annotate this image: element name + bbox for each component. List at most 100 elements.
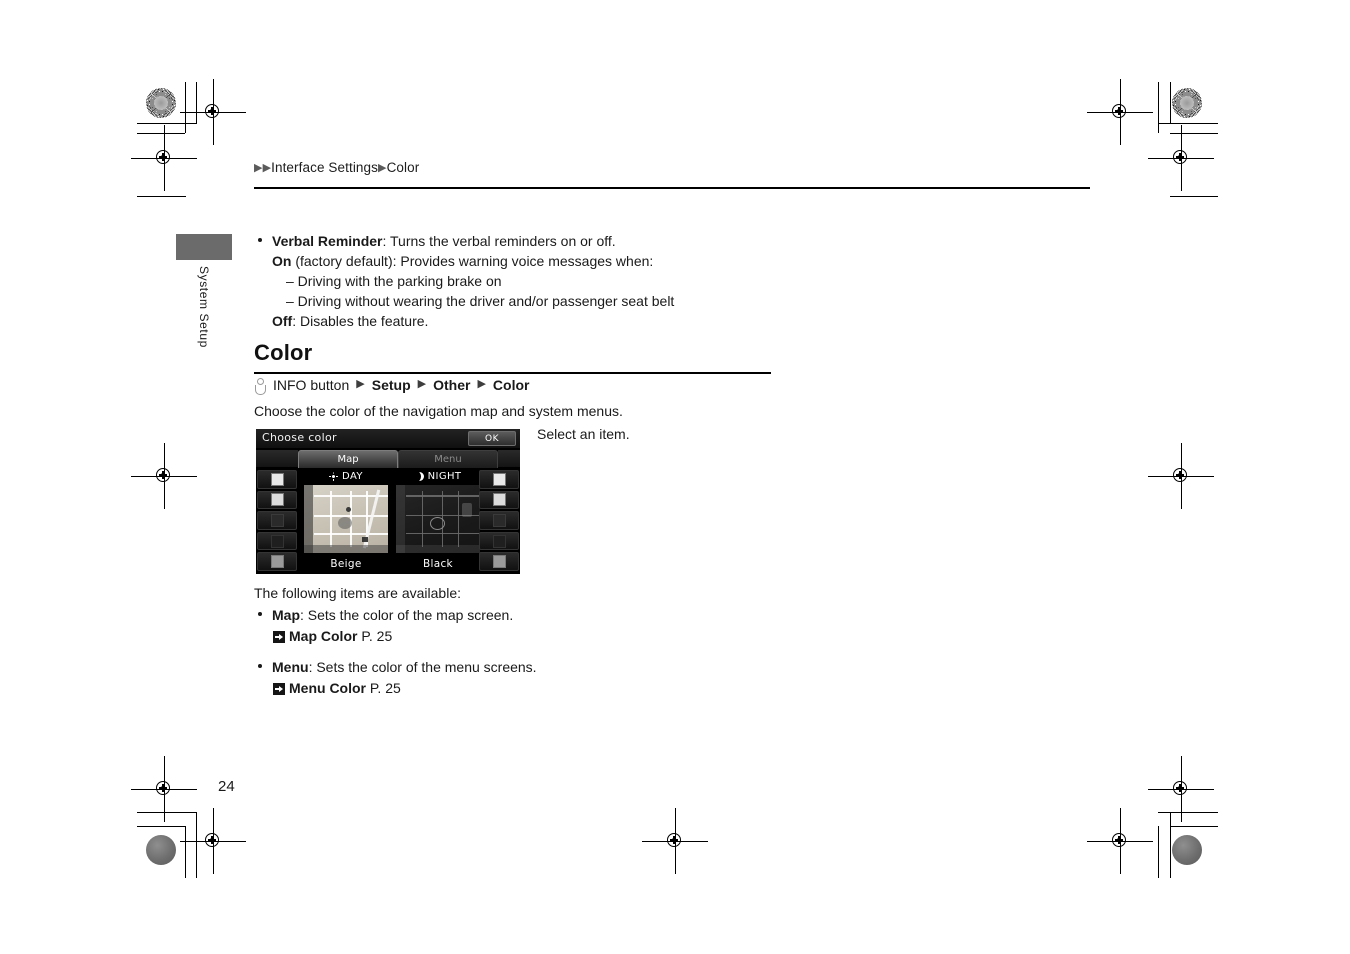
- bullet-icon: [258, 664, 262, 668]
- verbal-reminder-line: Verbal Reminder: Turns the verbal remind…: [258, 231, 1018, 251]
- ok-button[interactable]: OK: [468, 431, 516, 446]
- registration-target: [1087, 79, 1153, 145]
- registration-target: [1148, 443, 1214, 509]
- crop-mark: [1170, 196, 1218, 197]
- crop-mark: [185, 826, 186, 878]
- reference-label: Map Color: [289, 628, 358, 644]
- color-swatch-button[interactable]: [257, 470, 297, 489]
- solid-density-dot: [146, 835, 176, 865]
- item-line: Menu: Sets the color of the menu screens…: [272, 657, 758, 677]
- crop-mark: [185, 196, 186, 197]
- menu-path-prefix: INFO button: [273, 376, 350, 393]
- registration-target: [180, 79, 246, 145]
- item-reference[interactable]: Map Color P. 25: [272, 626, 758, 646]
- reference-page: P. 25: [361, 628, 393, 644]
- chevron-right-icon: ▶: [477, 378, 486, 390]
- list-item: Menu: Sets the color of the menu screens…: [258, 657, 758, 698]
- map-thumbnail-night: [396, 485, 480, 553]
- crop-mark: [1158, 123, 1218, 124]
- preview-panel-day[interactable]: DAY Beige: [302, 469, 390, 572]
- map-thumbnail-day: [304, 485, 388, 553]
- color-swatch-button[interactable]: [479, 511, 519, 530]
- registration-target: [1148, 756, 1214, 822]
- crop-mark: [137, 123, 197, 124]
- reference-page: P. 25: [369, 680, 401, 696]
- off-description: : Disables the feature.: [292, 313, 429, 329]
- bullet-icon: [258, 612, 262, 616]
- color-swatch-button[interactable]: [257, 490, 297, 510]
- color-swatch-button[interactable]: [479, 470, 519, 489]
- swatch-chip: [492, 534, 506, 548]
- breadcrumb-segment-1: Interface Settings: [271, 160, 378, 175]
- item-description: : Sets the color of the menu screens.: [308, 659, 537, 675]
- registration-target: [1087, 808, 1153, 874]
- swatch-chip: [492, 493, 506, 507]
- section-intro-text: Choose the color of the navigation map a…: [254, 403, 623, 419]
- swatch-chip: [492, 513, 506, 527]
- reference-arrow-icon: [273, 631, 285, 643]
- crop-mark: [196, 82, 197, 123]
- manual-page: ▶▶Interface Settings▶Color System Setup …: [0, 0, 1350, 954]
- color-swatch-button[interactable]: [479, 552, 519, 571]
- reference-arrow-icon: [273, 683, 285, 695]
- menu-path-item-other: Other: [433, 376, 471, 393]
- breadcrumb: ▶▶Interface Settings▶Color: [254, 160, 419, 175]
- crop-mark: [185, 82, 186, 133]
- crop-mark: [1170, 826, 1218, 827]
- color-swatch-button[interactable]: [257, 552, 297, 571]
- menu-path-item-setup: Setup: [371, 376, 411, 393]
- section-divider: [254, 372, 771, 374]
- chevron-right-icon: ▶: [254, 162, 263, 174]
- tab-map[interactable]: Map: [298, 450, 398, 468]
- registration-target: [131, 125, 197, 191]
- swatch-chip: [492, 555, 506, 569]
- color-swatch-column-left: [257, 469, 297, 572]
- moon-icon: [411, 471, 424, 482]
- page-number: 24: [218, 778, 235, 795]
- crop-mark: [1158, 812, 1218, 813]
- verbal-reminder-off-line: Off: Disables the feature.: [258, 311, 1018, 331]
- halftone-density-dot: [146, 88, 176, 118]
- crop-mark: [1170, 82, 1171, 123]
- crop-mark: [196, 812, 197, 878]
- color-swatch-button[interactable]: [479, 490, 519, 510]
- registration-target: [642, 808, 708, 874]
- verbal-reminder-condition: – Driving without wearing the driver and…: [286, 293, 675, 309]
- item-reference[interactable]: Menu Color P. 25: [272, 678, 758, 698]
- verbal-reminder-block: Verbal Reminder: Turns the verbal remind…: [258, 231, 1018, 331]
- crop-mark: [137, 133, 185, 134]
- map-sidebar: [396, 485, 405, 553]
- color-swatch-button[interactable]: [479, 531, 519, 551]
- verbal-reminder-description: : Turns the verbal reminders on or off.: [382, 233, 616, 249]
- page-title: Color: [254, 340, 313, 365]
- preview-panel-night[interactable]: NIGHT Black: [394, 469, 482, 572]
- verbal-reminder-term: Verbal Reminder: [272, 233, 383, 249]
- preview-panel-day-color: Beige: [330, 558, 362, 570]
- swatch-chip: [270, 493, 284, 507]
- reference-label: Menu Color: [289, 680, 366, 696]
- map-bottom-bar: [396, 545, 480, 553]
- item-description: : Sets the color of the map screen.: [300, 607, 514, 623]
- crop-mark: [137, 812, 197, 813]
- items-intro-text: The following items are available:: [254, 585, 461, 601]
- crop-mark: [1158, 82, 1159, 133]
- nav-tab-bar: Map Menu: [256, 448, 520, 468]
- preview-panel-day-header: DAY: [302, 471, 390, 482]
- map-sidebar: [304, 485, 313, 553]
- chevron-right-icon: ▶: [417, 378, 427, 390]
- item-term: Map: [272, 607, 300, 623]
- crop-mark: [1158, 826, 1159, 878]
- color-swatch-button[interactable]: [257, 511, 297, 530]
- preview-panel-night-color: Black: [423, 558, 453, 570]
- color-swatch-button[interactable]: [257, 531, 297, 551]
- registration-target: [131, 756, 197, 822]
- nav-screen-title: Choose color: [262, 431, 337, 444]
- section-tab-marker: [176, 234, 232, 260]
- swatch-chip: [270, 472, 284, 486]
- swatch-chip: [270, 534, 284, 548]
- bullet-icon: [258, 238, 262, 242]
- chevron-right-icon: ▶: [356, 378, 365, 390]
- tab-menu[interactable]: Menu: [398, 450, 498, 468]
- menu-path: INFO button ▶ Setup ▶ Other ▶ Color: [254, 376, 529, 395]
- items-list: Map: Sets the color of the map screen. M…: [258, 605, 758, 709]
